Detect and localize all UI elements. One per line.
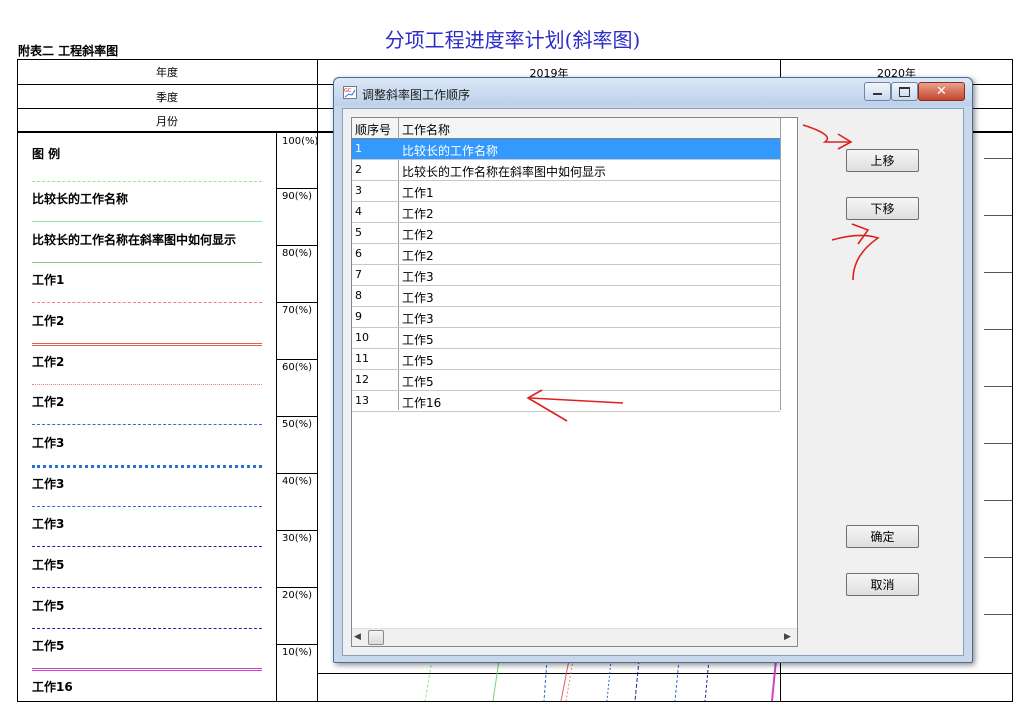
annotation-arrow xyxy=(802,124,850,143)
annotation-arrows xyxy=(526,124,880,422)
annotation-arrow xyxy=(831,234,880,281)
annotation-arrow xyxy=(851,223,870,245)
annotation-arrow xyxy=(526,389,568,422)
annotation-arrow xyxy=(529,397,624,404)
